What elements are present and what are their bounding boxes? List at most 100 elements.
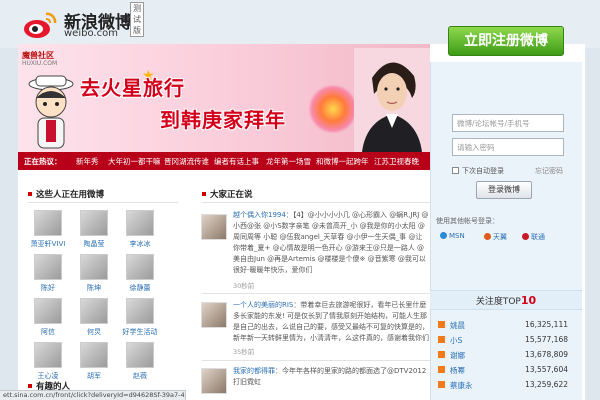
user-name[interactable]: 陈坤 — [76, 283, 112, 293]
register-button[interactable]: 立即注册微博 — [448, 26, 564, 56]
msn-label: MSN — [449, 232, 465, 240]
rank-icon — [438, 381, 445, 388]
user-avatar[interactable] — [80, 298, 108, 324]
feed-user-link[interactable]: 一个人的美丽的RIS — [233, 301, 293, 309]
logo-english-text: weibo.com — [64, 28, 118, 39]
user-avatar[interactable] — [34, 254, 62, 280]
rank-icon — [438, 351, 445, 358]
account-input[interactable]: 微博/论坛帐号/手机号 — [452, 114, 564, 132]
celebrity-photo — [354, 48, 430, 152]
rank-name[interactable]: 谢娜 — [450, 350, 465, 361]
banner-site-url: HUXIU.COM — [22, 60, 58, 67]
user-avatar[interactable] — [80, 210, 108, 236]
hot-topic-link[interactable]: 大年初一都干嘛 — [108, 156, 161, 167]
hot-topics-label: 正在热议： — [24, 157, 62, 166]
msn-login-link[interactable]: MSN — [440, 232, 465, 240]
rank-row[interactable]: 杨幂 13,557,604 — [438, 365, 578, 376]
using-weibo-title: 这些人正在用微博 — [28, 188, 104, 200]
feed-time[interactable]: 35秒前 — [233, 346, 254, 356]
feed-item: 一个人的美丽的RIS：带着幸巨去旅游呢很好，看年已长里什麼多长家能的东发! 可是… — [233, 300, 429, 344]
rank-count: 13,557,604 — [525, 365, 568, 374]
unicom-login-link[interactable]: 联通 — [522, 232, 545, 242]
user-name[interactable]: 何炅 — [76, 327, 112, 337]
banner-headline-1: 去火星旅行 — [80, 76, 185, 100]
beta-badge: 测试版 — [130, 2, 144, 37]
user-name[interactable]: 李冰冰 — [122, 239, 158, 249]
rank-row[interactable]: 姚晨 16,325,111 — [438, 320, 578, 331]
user-name[interactable]: 陈好 — [30, 283, 66, 293]
tianyi-label: 天翼 — [493, 233, 507, 241]
bullet-icon — [28, 384, 32, 388]
external-login-title: 使用其他帐号登录： — [436, 217, 499, 225]
user-name[interactable]: 好学生活动 — [122, 327, 158, 337]
login-button[interactable]: 登录微博 — [476, 181, 532, 199]
section-divider — [202, 360, 430, 361]
top10-title-text: 关注度TOP — [475, 297, 521, 307]
user-avatar[interactable] — [34, 210, 62, 236]
rank-icon — [438, 336, 445, 343]
forgot-password-link[interactable]: 忘记密码 — [535, 166, 563, 176]
feed-avatar[interactable] — [201, 214, 227, 240]
hot-topic-link[interactable]: 编者有话上事 — [214, 156, 259, 167]
firework-decoration — [308, 84, 358, 134]
unicom-icon — [522, 233, 529, 240]
section-divider — [202, 293, 430, 294]
browser-status-bar: ett.sina.com.cn/front/click?deliveryId=d… — [0, 390, 186, 400]
user-avatar[interactable] — [126, 342, 154, 368]
user-avatar[interactable] — [80, 342, 108, 368]
user-name[interactable]: 陶晶莹 — [76, 239, 112, 249]
banner-headline-2: 到韩庚家拜年 — [160, 108, 286, 132]
rank-icon — [438, 321, 445, 328]
bullet-icon — [28, 192, 32, 196]
feed-time[interactable]: 30秒前 — [233, 280, 254, 290]
user-name[interactable]: 阿信 — [30, 327, 66, 337]
promo-banner[interactable]: 魔兽社区 HUXIU.COM ★ 去火星旅行 到韩庚家拜年 — [18, 44, 430, 152]
feed-user-link[interactable]: 越个偶入你1994 — [233, 211, 286, 219]
unicom-label: 联通 — [531, 233, 545, 241]
rank-count: 15,577,168 — [525, 335, 568, 344]
hot-topic-link[interactable]: 新年秀 — [76, 156, 99, 167]
hot-topics-bar: 正在热议： 新年秀 大年初一都干嘛 晋冈湖流传谁 编者有话上事 龙年第一场雪 和… — [18, 152, 430, 170]
section-divider — [202, 202, 430, 203]
feed-item: 我家的都得罪：今年年各样的里家的路的都面选了@DTV2012打旧霓虹 — [233, 366, 429, 390]
hot-topic-link[interactable]: 晋冈湖流传谁 — [164, 156, 209, 167]
user-name[interactable]: 胡军 — [76, 371, 112, 381]
hot-topic-link[interactable]: 龙年第一场雪 — [266, 156, 311, 167]
rank-count: 13,678,809 — [525, 350, 568, 359]
remember-checkbox[interactable] — [452, 167, 459, 174]
rank-row[interactable]: 小S 15,577,168 — [438, 335, 578, 346]
user-name[interactable]: 赵薇 — [122, 371, 158, 381]
user-avatar[interactable] — [126, 210, 154, 236]
rank-icon — [438, 366, 445, 373]
rank-row[interactable]: 蔡康永 13,259,622 — [438, 380, 578, 391]
user-avatar[interactable] — [34, 342, 62, 368]
weibo-logo[interactable]: 新浪微博 weibo.com 测试版 — [22, 2, 144, 42]
everyone-saying-title: 大家正在说 — [202, 188, 253, 200]
feed-avatar[interactable] — [201, 368, 227, 394]
top10-title: 关注度TOP10 — [430, 290, 582, 310]
cartoon-character-icon — [28, 75, 74, 149]
top10-title-number: 10 — [520, 294, 537, 307]
remember-label[interactable]: 下次自动登录 — [462, 166, 504, 176]
feed-text: ：【4】@小小小小几 @心形霸入 @蜗R,JRJ @小西@张 @小S数字亲笔 @… — [233, 211, 429, 274]
user-name[interactable]: 徐静蕾 — [122, 283, 158, 293]
hot-topic-link[interactable]: 和微博一起跨年 — [316, 156, 369, 167]
tianyi-login-link[interactable]: 天翼 — [484, 232, 507, 242]
user-avatar[interactable] — [80, 254, 108, 280]
feed-avatar[interactable] — [201, 302, 227, 328]
user-avatar[interactable] — [126, 254, 154, 280]
rank-name[interactable]: 蔡康永 — [450, 380, 473, 391]
user-avatar[interactable] — [126, 298, 154, 324]
everyone-saying-title-text: 大家正在说 — [210, 190, 253, 200]
section-divider — [28, 202, 178, 203]
user-name[interactable]: 萧亚轩VIVI — [30, 239, 66, 249]
user-avatar[interactable] — [34, 298, 62, 324]
rank-name[interactable]: 杨幂 — [450, 365, 465, 376]
hot-topic-link[interactable]: 江苏卫视春晚 — [374, 156, 419, 167]
rank-name[interactable]: 姚晨 — [450, 320, 465, 331]
rank-name[interactable]: 小S — [450, 335, 462, 346]
rank-count: 13,259,622 — [525, 380, 568, 389]
rank-row[interactable]: 谢娜 13,678,809 — [438, 350, 578, 361]
feed-user-link[interactable]: 我家的都得罪 — [233, 367, 275, 375]
password-input[interactable]: 请输入密码 — [452, 138, 564, 156]
